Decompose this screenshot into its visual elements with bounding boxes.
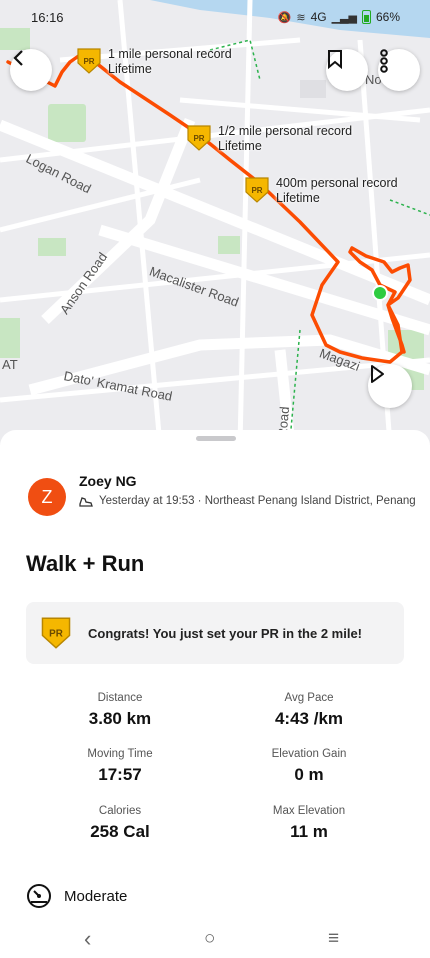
stat-value: 4:43 /km <box>274 709 344 728</box>
svg-text:PR: PR <box>251 186 262 195</box>
stat-calories: Calories 258 Cal <box>30 805 210 842</box>
stat-value: 0 m <box>294 765 324 784</box>
back-button[interactable] <box>10 49 52 91</box>
stat-label: Calories <box>98 805 142 817</box>
stat-avg-pace: Avg Pace 4:43 /km <box>219 692 399 729</box>
mute-icon: 🔕 <box>277 11 292 24</box>
activity-screen: Logan Road Anson Road Macalister Road Da… <box>0 0 430 958</box>
pr-title: 1 mile personal record <box>108 47 232 61</box>
svg-text:PR: PR <box>83 57 94 66</box>
status-bar: 16:16 🔕 ≋ 4G ▁▃▅ 66% <box>0 0 430 34</box>
stat-label: Moving Time <box>87 748 153 760</box>
road-label: AT <box>2 357 18 372</box>
pr-sub: Lifetime <box>218 139 262 153</box>
svg-text:PR: PR <box>49 629 63 640</box>
stat-moving-time: Moving Time 17:57 <box>30 748 210 785</box>
activity-details-sheet: Z Zoey NG Yesterday at 19:53 · Northeast… <box>0 430 430 958</box>
activity-date-location: Yesterday at 19:53 · Northeast Penang Is… <box>99 495 416 507</box>
stat-distance: Distance 3.80 km <box>30 692 210 729</box>
stat-label: Distance <box>97 692 143 704</box>
pr-title: 1/2 mile personal record <box>218 124 353 138</box>
status-time: 16:16 <box>31 10 64 25</box>
route-map[interactable]: Logan Road Anson Road Macalister Road Da… <box>0 0 430 445</box>
pr-congrats-banner[interactable]: PR Congrats! You just set your PR in the… <box>26 602 404 664</box>
avatar[interactable]: Z <box>28 478 66 516</box>
athlete-name[interactable]: Zoey NG <box>79 473 137 489</box>
save-route-button[interactable] <box>326 49 368 91</box>
svg-text:PR: PR <box>193 134 204 143</box>
start-marker <box>372 285 388 301</box>
wifi-icon: ≋ <box>296 11 306 24</box>
nav-recents-icon[interactable]: ≡ <box>328 928 339 950</box>
battery-icon <box>361 10 371 24</box>
pr-badge-icon: PR <box>76 47 102 75</box>
more-options-button[interactable] <box>378 49 420 91</box>
perceived-effort[interactable]: Moderate <box>26 883 127 909</box>
pr-badge-icon: PR <box>244 176 270 204</box>
system-nav-bar: ‹ ○ ≡ <box>0 924 430 958</box>
stat-label: Max Elevation <box>272 805 346 817</box>
sheet-drag-handle[interactable] <box>196 436 236 441</box>
pr-title: 400m personal record <box>276 176 398 190</box>
stat-value: 3.80 km <box>88 709 152 728</box>
pr-sub: Lifetime <box>108 62 152 76</box>
stat-max-elevation: Max Elevation 11 m <box>219 805 399 842</box>
congrats-message: Congrats! You just set your PR in the 2 … <box>88 625 363 641</box>
nav-back-icon[interactable]: ‹ <box>84 926 91 952</box>
pr-badge-icon: PR <box>40 615 72 651</box>
pr-sub: Lifetime <box>276 191 320 205</box>
play-icon <box>371 365 384 383</box>
pr-callout-1-mile[interactable]: PR 1 mile personal record Lifetime <box>76 47 232 77</box>
pr-badge-icon: PR <box>186 124 212 152</box>
flyover-play-button[interactable] <box>368 364 412 408</box>
stat-value: 11 m <box>290 822 328 841</box>
effort-label: Moderate <box>64 887 128 905</box>
stat-value: 258 Cal <box>90 822 150 841</box>
pr-callout-400m[interactable]: PR 400m personal record Lifetime <box>244 176 398 206</box>
network-type: 4G <box>310 10 327 24</box>
bookmark-icon <box>328 50 342 69</box>
activity-title: Walk + Run <box>26 551 145 576</box>
more-vertical-icon <box>380 49 388 73</box>
shoe-icon <box>79 497 93 507</box>
gauge-icon <box>27 884 51 908</box>
nav-home-icon[interactable]: ○ <box>204 928 215 950</box>
activity-meta: Yesterday at 19:53 · Northeast Penang Is… <box>79 494 419 509</box>
battery-level: 66% <box>375 10 400 24</box>
chevron-left-icon <box>13 50 23 66</box>
signal-icon: ▁▃▅ <box>331 11 357 24</box>
stat-label: Elevation Gain <box>271 748 347 760</box>
stat-elevation-gain: Elevation Gain 0 m <box>219 748 399 785</box>
pr-callout-half-mile[interactable]: PR 1/2 mile personal record Lifetime <box>186 124 352 154</box>
stat-label: Avg Pace <box>284 692 334 704</box>
stat-value: 17:57 <box>98 765 142 784</box>
